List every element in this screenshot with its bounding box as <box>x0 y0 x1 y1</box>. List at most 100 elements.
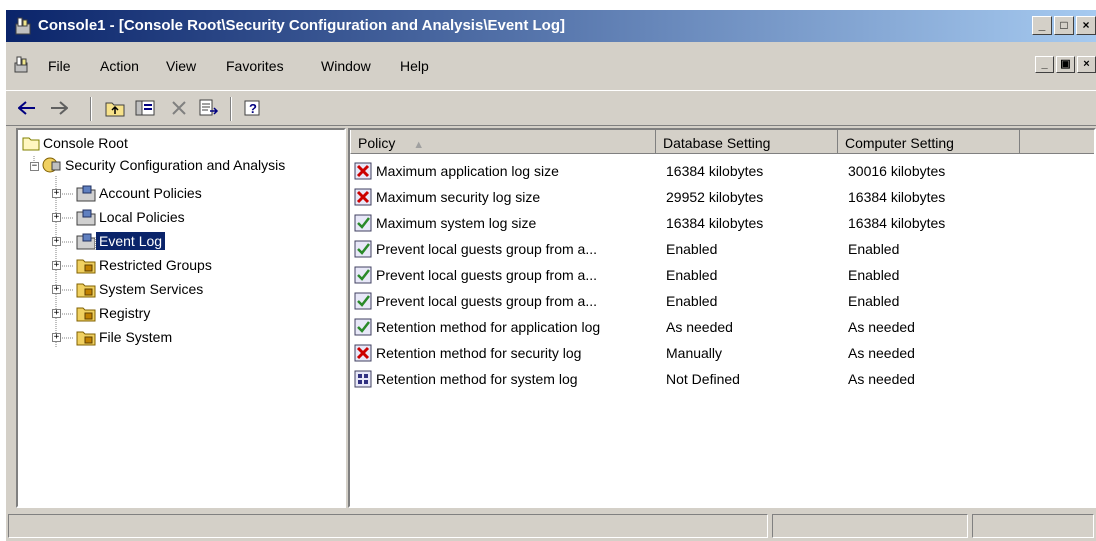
policy-folder-icon <box>76 233 96 250</box>
sca-snapin-icon <box>42 157 61 173</box>
expand-icon[interactable]: + <box>52 261 61 270</box>
menu-action[interactable]: Action <box>100 58 139 74</box>
table-row[interactable]: Maximum system log size 16384 kilobytes 16… <box>350 210 1094 236</box>
show-hide-tree-icon[interactable] <box>134 97 156 119</box>
menu-window[interactable]: Window <box>321 58 371 74</box>
menu-help[interactable]: Help <box>400 58 429 74</box>
maximize-button[interactable]: □ <box>1054 16 1074 35</box>
tree-item-event-log[interactable]: Event Log <box>76 230 167 252</box>
close-button[interactable]: × <box>1076 16 1096 35</box>
delete-icon[interactable] <box>168 97 190 119</box>
match-status-icon <box>354 292 372 310</box>
expand-icon[interactable]: + <box>52 333 61 342</box>
policy-folder-icon <box>76 185 96 202</box>
help-icon[interactable]: ? <box>242 97 264 119</box>
database-setting-cell: As needed <box>666 319 733 335</box>
column-header-database-setting[interactable]: Database Setting <box>656 130 838 154</box>
back-icon[interactable] <box>16 97 38 119</box>
expand-icon[interactable]: + <box>52 309 61 318</box>
computer-setting-cell: 30016 kilobytes <box>848 163 946 179</box>
computer-setting-cell: As needed <box>848 371 915 387</box>
tree-item-label: Security Configuration and Analysis <box>65 157 286 173</box>
status-bar <box>6 510 1096 541</box>
mdi-restore-button[interactable]: ▣ <box>1056 56 1075 73</box>
menu-file[interactable]: File <box>48 58 71 74</box>
table-row[interactable]: Prevent local guests group from a... Enab… <box>350 262 1094 288</box>
database-setting-cell: Enabled <box>666 241 718 257</box>
toolbar: ? <box>6 90 1096 126</box>
mmc-app-icon <box>15 17 31 35</box>
tree-item-label: Registry <box>99 305 151 321</box>
mismatch-status-icon <box>354 188 372 206</box>
export-list-icon[interactable] <box>198 97 220 119</box>
policy-cell: Prevent local guests group from a... <box>376 293 597 309</box>
table-row[interactable]: Retention method for security log Manuall… <box>350 340 1094 366</box>
status-panel-3 <box>972 514 1094 538</box>
database-setting-cell: Enabled <box>666 293 718 309</box>
tree-item-label: Account Policies <box>99 185 202 201</box>
mismatch-status-icon <box>354 344 372 362</box>
computer-setting-cell: 16384 kilobytes <box>848 189 946 205</box>
undefined-status-icon <box>354 370 372 388</box>
tree-item-file-system[interactable]: File System <box>76 326 175 348</box>
table-row[interactable]: Maximum application log size 16384 kiloby… <box>350 158 1094 184</box>
table-row[interactable]: Retention method for application log As n… <box>350 314 1094 340</box>
collapse-icon[interactable]: − <box>30 162 39 171</box>
tree-item-local-policies[interactable]: Local Policies <box>76 206 188 228</box>
column-header-computer-setting[interactable]: Computer Setting <box>838 130 1020 154</box>
expand-icon[interactable]: + <box>52 237 61 246</box>
sort-ascending-icon: ▲ <box>413 139 425 151</box>
tree-item-console-root[interactable]: Console Root <box>22 132 131 154</box>
tree-item-label: Event Log <box>94 231 167 251</box>
match-status-icon <box>354 214 372 232</box>
table-row[interactable]: Prevent local guests group from a... Enab… <box>350 288 1094 314</box>
table-row[interactable]: Prevent local guests group from a... Enab… <box>350 236 1094 262</box>
policy-cell: Maximum application log size <box>376 163 559 179</box>
policy-cell: Maximum security log size <box>376 189 541 205</box>
expand-icon[interactable]: + <box>52 189 61 198</box>
tree-item-account-policies[interactable]: Account Policies <box>76 182 205 204</box>
expand-icon[interactable]: + <box>52 213 61 222</box>
menu-favorites[interactable]: Favorites <box>226 58 284 74</box>
column-header-empty <box>1020 130 1094 154</box>
tree-item-label: Local Policies <box>99 209 185 225</box>
computer-setting-cell: 16384 kilobytes <box>848 215 946 231</box>
minimize-button[interactable]: _ <box>1032 16 1052 35</box>
locked-folder-icon <box>76 307 96 322</box>
menu-bar: File Action View Favorites Window Help _… <box>6 42 1096 92</box>
mdi-minimize-button[interactable]: _ <box>1035 56 1054 73</box>
database-setting-cell: 16384 kilobytes <box>666 215 764 231</box>
computer-setting-cell: Enabled <box>848 241 900 257</box>
menu-view[interactable]: View <box>166 58 196 74</box>
computer-setting-cell: As needed <box>848 345 915 361</box>
details-list[interactable]: Policy ▲ Database Setting Computer Setti… <box>348 128 1096 508</box>
table-row[interactable]: Maximum security log size 29952 kilobytes… <box>350 184 1094 210</box>
console-tree[interactable]: Console Root − Security Configuration an… <box>16 128 346 508</box>
policy-cell: Retention method for application log <box>376 319 601 335</box>
folder-icon <box>22 137 40 151</box>
policy-cell: Maximum system log size <box>376 215 537 231</box>
up-folder-icon[interactable] <box>104 97 126 119</box>
column-header-label: Database Setting <box>663 135 771 151</box>
status-panel-main <box>8 514 768 538</box>
tree-item-restricted-groups[interactable]: Restricted Groups <box>76 254 215 276</box>
tree-item-system-services[interactable]: System Services <box>76 278 206 300</box>
window-title: Console1 - [Console Root\Security Config… <box>38 17 565 34</box>
mismatch-status-icon <box>354 162 372 180</box>
tree-item-label: Restricted Groups <box>99 257 212 273</box>
title-bar[interactable]: Console1 - [Console Root\Security Config… <box>6 10 1096 42</box>
database-setting-cell: 16384 kilobytes <box>666 163 764 179</box>
table-row[interactable]: Retention method for system log Not Defin… <box>350 366 1094 392</box>
mdi-window-icon[interactable] <box>14 56 32 74</box>
policy-cell: Retention method for system log <box>376 371 578 387</box>
forward-icon[interactable] <box>48 97 70 119</box>
locked-folder-icon <box>76 331 96 346</box>
expand-icon[interactable]: + <box>52 285 61 294</box>
mdi-close-button[interactable]: × <box>1077 56 1096 73</box>
console-window: Console1 - [Console Root\Security Config… <box>6 10 1096 541</box>
tree-item-sca[interactable]: Security Configuration and Analysis <box>42 154 288 176</box>
policy-folder-icon <box>76 209 96 226</box>
tree-item-registry[interactable]: Registry <box>76 302 153 324</box>
tree-item-label: System Services <box>99 281 204 297</box>
column-header-policy[interactable]: Policy ▲ <box>350 130 656 154</box>
